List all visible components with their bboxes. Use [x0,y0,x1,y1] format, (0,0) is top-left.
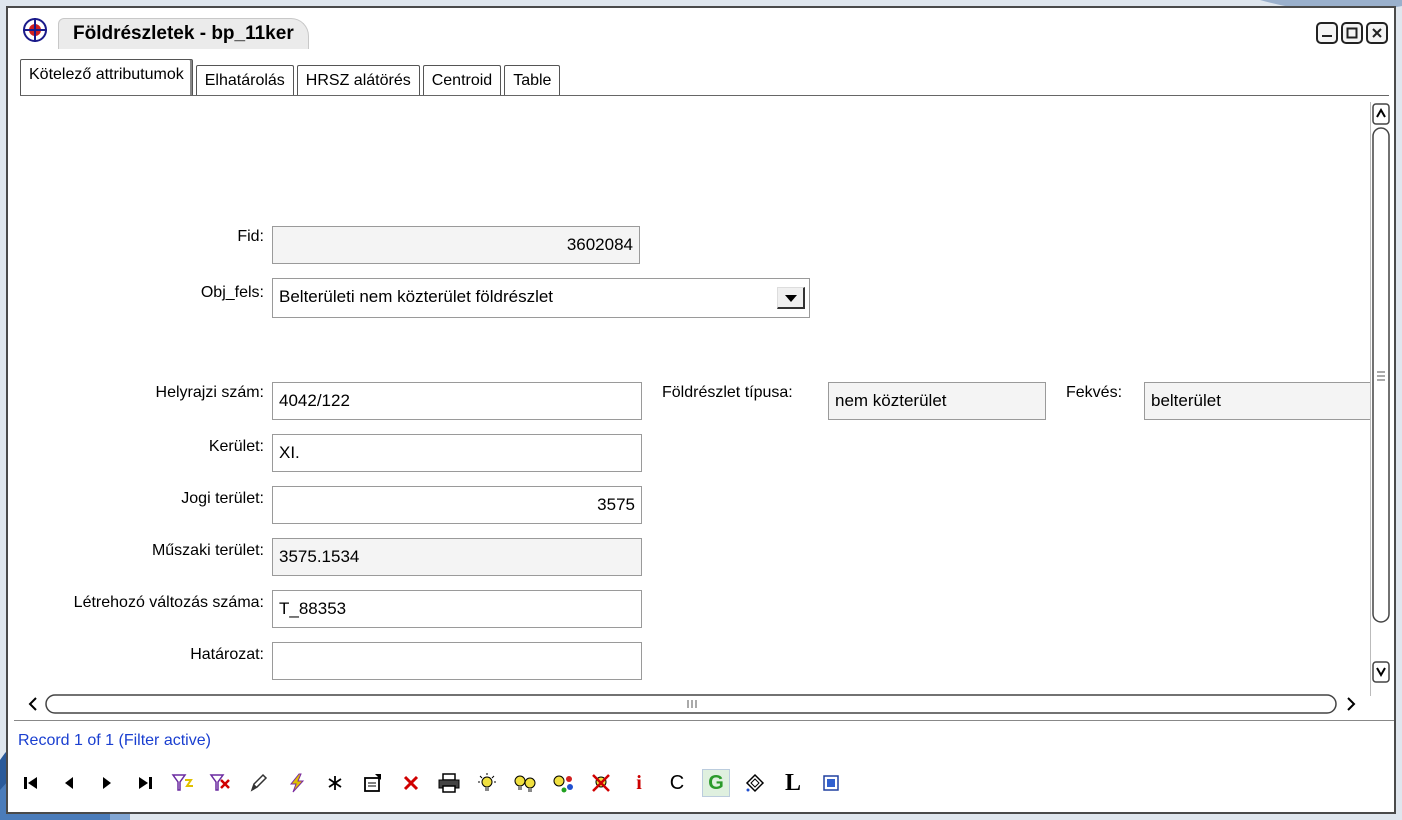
window-controls [1316,22,1388,44]
close-button[interactable] [1366,22,1388,44]
tab-table[interactable]: Table [504,65,561,96]
tab-strip: Kötelező attributumok Elhatárolás HRSZ a… [20,59,563,96]
fid-label: Fid: [237,228,264,245]
properties-icon [364,774,381,792]
properties-button[interactable] [360,770,386,796]
l-button[interactable]: L [780,770,806,796]
diamond-icon [745,773,765,793]
window-button[interactable] [818,770,844,796]
hatarozat-label: Határozat: [190,646,264,663]
last-record-button[interactable] [132,770,158,796]
lightning-icon [289,773,305,793]
filter-button[interactable] [170,770,196,796]
previous-record-icon [65,777,73,789]
delete-record-button[interactable] [398,770,424,796]
fid-field[interactable]: 3602084 [272,226,640,264]
record-toolbar: i C G L [18,768,856,798]
foldreszlet-tipusa-field[interactable]: nem közterület [828,382,1046,420]
minimize-icon [1322,35,1332,37]
first-record-icon [24,777,37,789]
foldreszletek-window: Földrészletek - bp_11ker Kötelező attrib… [6,6,1396,814]
new-record-button[interactable] [322,770,348,796]
quick-action-button[interactable] [284,770,310,796]
lightbulb-colors-icon [553,775,573,793]
letrehozo-valtozas-label: Létrehozó változás száma: [73,594,264,611]
obj-fels-dropdown-button[interactable] [777,287,805,309]
printer-icon [438,773,460,793]
clear-highlight-icon [592,774,610,792]
g-button[interactable]: G [702,769,730,797]
chevron-down-icon [784,294,797,302]
lightbulbs-icon [514,775,536,792]
vertical-scrollbar[interactable] [1370,102,1391,696]
muszaki-terulet-label: Műszaki terület: [151,542,264,559]
tab-hrsz-alatores[interactable]: HRSZ alátörés [296,65,420,96]
next-record-button[interactable] [94,770,120,796]
highlight-all-button[interactable] [512,770,538,796]
info-button[interactable]: i [626,770,652,796]
delete-icon [403,775,419,791]
tab-elhatarolas[interactable]: Elhatárolás [195,65,294,96]
clear-filter-button[interactable] [208,770,234,796]
asterisk-icon [328,776,342,790]
foldreszlet-tipusa-label: Földrészlet típusa: [662,384,793,401]
maximize-button[interactable] [1341,22,1363,44]
obj-fels-value: Belterületi nem közterület földrészlet [279,287,554,306]
kerulet-field[interactable]: XI. [272,434,642,472]
obj-fels-label: Obj_fels: [200,284,264,301]
lightbulb-icon [478,773,496,791]
filter-icon [171,774,193,791]
fekves-field[interactable]: belterület [1144,382,1372,420]
maximize-icon [1346,27,1358,39]
muszaki-terulet-field[interactable]: 3575.1534 [272,538,642,576]
geometry-button[interactable] [742,770,768,796]
status-divider [14,720,1394,721]
app-globe-icon [23,18,47,42]
clear-highlight-button[interactable] [588,770,614,796]
obj-fels-select[interactable]: Belterületi nem közterület földrészlet [272,278,810,318]
highlight-button[interactable] [474,770,500,796]
close-icon [1372,28,1382,38]
fekves-label: Fekvés: [1066,384,1123,401]
letrehozo-valtozas-field[interactable]: T_88353 [272,590,642,628]
pencil-icon [250,773,268,792]
minimize-button[interactable] [1316,22,1338,44]
highlight-selection-button[interactable] [550,770,576,796]
hatarozat-field[interactable] [272,642,642,680]
c-button[interactable]: C [664,770,690,796]
helyrajzi-szam-label: Helyrajzi szám: [155,384,264,401]
helyrajzi-szam-field[interactable]: 4042/122 [272,382,642,420]
jogi-terulet-field[interactable]: 3575 [272,486,642,524]
window-title: Földrészletek - bp_11ker [58,18,309,49]
record-status: Record 1 of 1 (Filter active) [18,732,211,749]
title-bar: Földrészletek - bp_11ker [8,8,1394,54]
jogi-terulet-label: Jogi terület: [181,490,264,507]
next-record-icon [103,777,111,789]
print-button[interactable] [436,770,462,796]
last-record-icon [139,777,152,789]
tab-centroid[interactable]: Centroid [422,65,502,96]
attributes-panel: Fid: 3602084 Obj_fels: Belterületi nem k… [20,96,1390,696]
first-record-button[interactable] [18,770,44,796]
kerulet-label: Kerület: [208,438,264,455]
clear-filter-icon [209,774,230,791]
horizontal-scrollbar[interactable] [22,692,1366,716]
tab-kotelezo-attributumok[interactable]: Kötelező attributumok [20,59,193,96]
previous-record-button[interactable] [56,770,82,796]
window-icon [823,775,839,791]
edit-button[interactable] [246,770,272,796]
